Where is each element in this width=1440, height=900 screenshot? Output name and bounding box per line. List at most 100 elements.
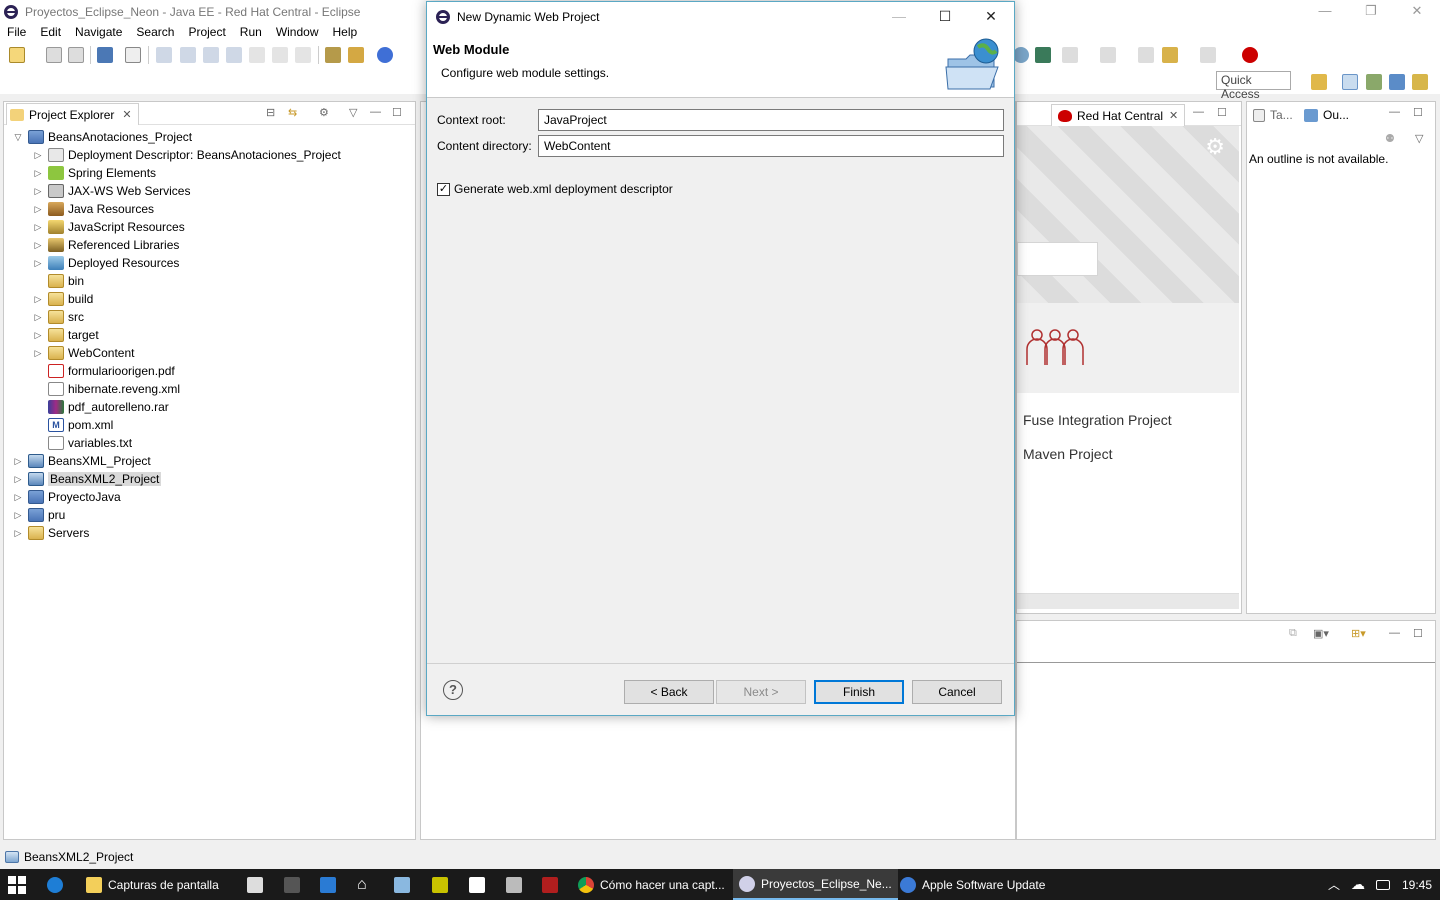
taskbar-app-explorer[interactable]: Capturas de pantalla	[80, 869, 225, 900]
tree-item[interactable]: ▷ Deployed Resources	[32, 254, 179, 272]
view-menu-icon[interactable]: ▽	[1415, 132, 1423, 145]
taskbar-app-apple-update[interactable]: Apple Software Update	[894, 869, 1051, 900]
network-app-icon[interactable]	[394, 869, 410, 900]
java-perspective-icon[interactable]	[1366, 74, 1382, 90]
chevron-down-icon[interactable]: ▽	[12, 132, 24, 143]
prev-annotation-icon[interactable]	[1100, 47, 1116, 63]
redhat-search-input[interactable]	[1017, 242, 1098, 276]
suspend-icon[interactable]	[180, 47, 196, 63]
chevron-right-icon[interactable]: ▷	[32, 186, 44, 197]
maximize-panel-icon[interactable]: ☐	[392, 106, 402, 119]
tab-project-explorer[interactable]: Project Explorer ✕	[6, 103, 139, 125]
menu-help[interactable]: Help	[326, 24, 365, 42]
taskbar-app-chrome[interactable]: Cómo hacer una capt...	[572, 869, 731, 900]
save-icon[interactable]	[46, 47, 62, 63]
minimize-button[interactable]: —	[1302, 0, 1348, 24]
menu-file[interactable]: File	[0, 24, 33, 42]
step-return-icon[interactable]	[295, 47, 311, 63]
gear-icon[interactable]: ⚙	[1205, 134, 1225, 160]
display-console-icon[interactable]: ▣▾	[1313, 627, 1329, 640]
chevron-right-icon[interactable]: ▷	[32, 240, 44, 251]
new-icon[interactable]	[9, 47, 25, 63]
start-button[interactable]	[8, 869, 26, 900]
cancel-button[interactable]: Cancel	[912, 680, 1002, 704]
build-icon[interactable]	[325, 47, 341, 63]
link-editor-icon[interactable]: ⇆	[288, 106, 297, 119]
help-icon[interactable]: ?	[443, 680, 463, 700]
new-console-icon[interactable]: ⊞▾	[1351, 627, 1366, 640]
tools-icon[interactable]	[348, 47, 364, 63]
menu-window[interactable]: Window	[269, 24, 326, 42]
save-all-icon[interactable]	[68, 47, 84, 63]
browser-icon[interactable]	[377, 47, 393, 63]
minimize-panel-icon[interactable]: —	[1389, 106, 1400, 118]
menu-project[interactable]: Project	[181, 24, 232, 42]
debug-perspective-icon[interactable]	[1389, 74, 1405, 90]
next-button[interactable]: Next >	[716, 680, 806, 704]
step-over-icon[interactable]	[272, 47, 288, 63]
dialog-minimize-button[interactable]: —	[876, 2, 922, 31]
git-perspective-icon[interactable]	[1412, 74, 1428, 90]
tree-item[interactable]: ▽ BeansAnotaciones_Project	[12, 128, 192, 146]
close-icon[interactable]: ✕	[1169, 109, 1178, 122]
tree-item[interactable]: ▷ src	[32, 308, 84, 326]
generate-web-xml-option[interactable]: ✓ Generate web.xml deployment descriptor	[437, 182, 673, 196]
tree-item[interactable]: ▷ JAX-WS Web Services	[32, 182, 190, 200]
tree-item[interactable]: ▷ Servers	[12, 524, 89, 542]
open-perspective-icon[interactable]	[1311, 74, 1327, 90]
flash-icon[interactable]	[542, 869, 558, 900]
minimize-panel-icon[interactable]: —	[370, 106, 381, 118]
tree-item[interactable]: ▷ WebContent	[32, 344, 135, 362]
content-directory-input[interactable]	[538, 135, 1004, 157]
taskbar-app-eclipse[interactable]: Proyectos_Eclipse_Ne...	[733, 869, 898, 900]
tree-item[interactable]: ▷ pru	[12, 506, 65, 524]
chevron-right-icon[interactable]: ▷	[32, 348, 44, 359]
redhat-icon[interactable]	[1242, 47, 1258, 63]
tab-tasks[interactable]: Ta...	[1253, 105, 1293, 125]
menu-navigate[interactable]: Navigate	[68, 24, 129, 42]
home-icon[interactable]: ⌂	[357, 869, 367, 900]
dialog-maximize-button[interactable]: ☐	[922, 2, 968, 31]
tree-item[interactable]: pdf_autorelleno.rar	[32, 398, 169, 416]
tree-item[interactable]: bin	[32, 272, 84, 290]
view-menu-icon[interactable]: ▽	[349, 106, 357, 119]
tree-item[interactable]: ▷ Deployment Descriptor: BeansAnotaciones…	[32, 146, 341, 164]
restore-button[interactable]: ❐	[1348, 0, 1394, 24]
network-icon[interactable]	[1376, 869, 1390, 900]
menu-edit[interactable]: Edit	[33, 24, 68, 42]
next-annotation-icon[interactable]	[1062, 47, 1078, 63]
chevron-right-icon[interactable]: ▷	[32, 294, 44, 305]
store-icon[interactable]	[247, 869, 263, 900]
skip-breakpoints-icon[interactable]	[125, 47, 141, 63]
tree-item[interactable]: ▷ Java Resources	[32, 200, 154, 218]
filter-icon[interactable]: ⚙	[319, 106, 329, 119]
settings-app-icon[interactable]	[320, 869, 336, 900]
quick-access-input[interactable]: Quick Access	[1216, 71, 1291, 101]
vm-icon[interactable]	[506, 869, 522, 900]
chevron-right-icon[interactable]: ▷	[32, 258, 44, 269]
maximize-panel-icon[interactable]: ☐	[1413, 106, 1423, 119]
back-button[interactable]: < Back	[624, 680, 714, 704]
clock[interactable]: 19:45	[1402, 869, 1432, 900]
chevron-right-icon[interactable]: ▷	[12, 510, 24, 521]
server-icon[interactable]	[1013, 47, 1029, 63]
maximize-panel-icon[interactable]: ☐	[1217, 106, 1227, 119]
link-maven-project[interactable]: Maven Project	[1023, 446, 1112, 462]
back-nav-icon[interactable]	[1162, 47, 1178, 63]
collapse-all-icon[interactable]: ⊟	[266, 106, 275, 119]
firebug-icon[interactable]	[284, 869, 300, 900]
dialog-close-button[interactable]: ✕	[968, 2, 1014, 31]
terminal-icon[interactable]	[97, 47, 113, 63]
chevron-right-icon[interactable]: ▷	[32, 312, 44, 323]
tab-outline[interactable]: Ou...	[1304, 105, 1349, 125]
tab-redhat-central[interactable]: Red Hat Central ✕	[1051, 104, 1186, 126]
fw-icon[interactable]	[432, 869, 448, 900]
menu-run[interactable]: Run	[233, 24, 269, 42]
tree-item[interactable]: ▷ ProyectoJava	[12, 488, 121, 506]
terminate-icon[interactable]	[203, 47, 219, 63]
close-button[interactable]: ✕	[1394, 0, 1440, 24]
tree-item[interactable]: ▷ BeansXML_Project	[12, 452, 151, 470]
tree-item[interactable]: ▷ JavaScript Resources	[32, 218, 185, 236]
context-root-input[interactable]	[538, 109, 1004, 131]
finish-button[interactable]: Finish	[814, 680, 904, 704]
